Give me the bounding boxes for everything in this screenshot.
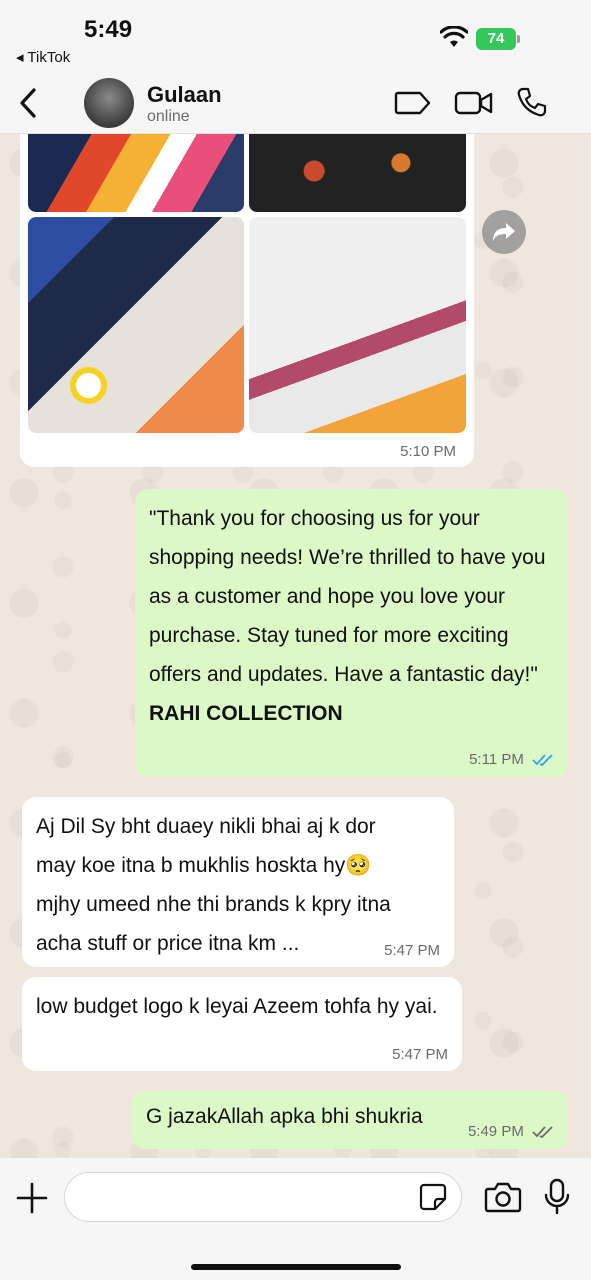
message-time: 5:47 PM — [392, 1046, 448, 1063]
battery-icon: 74 — [476, 28, 516, 50]
plus-icon[interactable] — [14, 1180, 50, 1216]
label-tag-icon[interactable] — [394, 90, 432, 116]
shared-photo-4[interactable] — [249, 217, 466, 433]
shared-photo-1[interactable] — [28, 130, 244, 212]
chat-header: Gulaan online — [0, 70, 591, 134]
message-input[interactable] — [64, 1172, 462, 1222]
video-call-icon[interactable] — [454, 90, 494, 116]
message-time: 5:49 PM — [467, 1123, 524, 1140]
status-bar: 5:49 ◂ TikTok 74 — [0, 0, 591, 70]
message-time: 5:11 PM — [469, 751, 524, 768]
incoming-message[interactable]: Aj Dil Sy bht duaey nikli bhai aj k dor … — [22, 797, 454, 967]
microphone-icon[interactable] — [542, 1178, 572, 1216]
back-chevron-icon[interactable] — [14, 86, 44, 120]
contact-status: online — [147, 108, 190, 125]
outgoing-message[interactable]: G jazakAllah apka bhi shukria 5:49 PM — [132, 1091, 568, 1149]
status-time: 5:49 — [84, 16, 133, 43]
composer-bar — [0, 1158, 591, 1280]
back-to-app-link[interactable]: ◂ TikTok — [16, 48, 70, 66]
contact-name[interactable]: Gulaan — [147, 82, 222, 108]
message-signature: RAHI COLLECTION — [149, 702, 343, 725]
sticker-icon[interactable] — [418, 1182, 448, 1212]
delivered-ticks-icon — [532, 1126, 553, 1139]
outgoing-message[interactable]: "Thank you for choosing us for your shop… — [135, 489, 568, 777]
message-meta: 5:49 PM — [468, 1123, 554, 1141]
camera-icon[interactable] — [484, 1180, 522, 1214]
home-indicator — [191, 1264, 401, 1270]
message-time: 5:10 PM — [400, 443, 456, 460]
message-text: "Thank you for choosing us for your shop… — [149, 507, 546, 686]
message-text: low budget logo k leyai Azeem tohfa hy y… — [36, 995, 438, 1018]
shared-photo-3[interactable] — [28, 217, 244, 433]
voice-call-icon[interactable] — [516, 86, 548, 118]
message-meta: 5:11 PM — [469, 751, 554, 769]
message-text: Aj Dil Sy bht duaey nikli bhai aj k dor … — [36, 815, 391, 955]
image-message[interactable]: 5:10 PM — [20, 130, 474, 467]
battery-tip — [517, 35, 520, 43]
shared-photo-2[interactable] — [249, 130, 466, 212]
contact-avatar[interactable] — [84, 78, 134, 128]
incoming-message[interactable]: low budget logo k leyai Azeem tohfa hy y… — [22, 977, 462, 1071]
message-time: 5:47 PM — [384, 942, 440, 959]
read-ticks-icon — [532, 754, 553, 767]
forward-icon[interactable] — [482, 210, 526, 254]
wifi-icon — [440, 26, 468, 47]
